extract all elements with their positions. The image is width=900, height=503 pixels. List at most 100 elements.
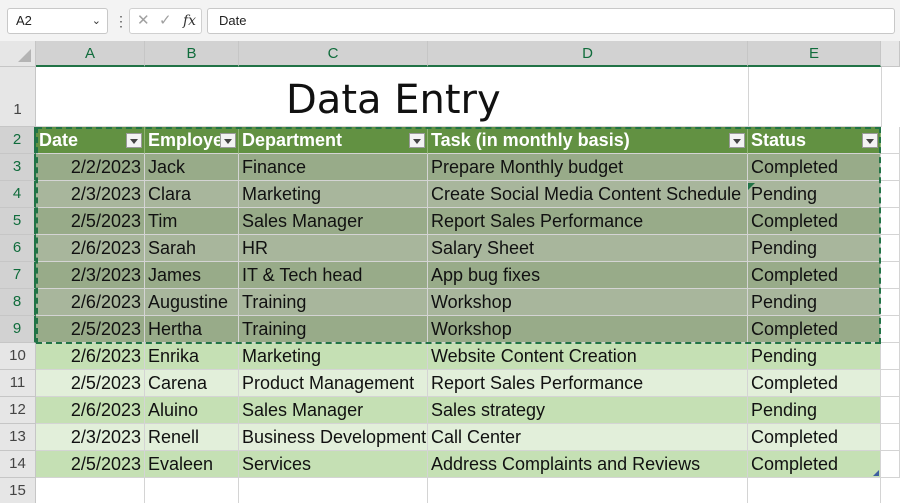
cell-task[interactable]: Salary Sheet	[428, 235, 748, 262]
chevron-down-icon[interactable]: ⌄	[92, 9, 101, 33]
column-header-c[interactable]: C	[239, 41, 428, 67]
cell-department[interactable]: Services	[239, 451, 428, 478]
insert-function-icon[interactable]: fx	[183, 9, 196, 33]
cell-status[interactable]: Completed	[748, 208, 881, 235]
cell-empty[interactable]	[881, 181, 900, 208]
cell-employee[interactable]: Augustine	[145, 289, 239, 316]
row-header-12[interactable]: 12	[0, 397, 36, 424]
cell-department[interactable]: Training	[239, 316, 428, 343]
cell-task[interactable]: Workshop	[428, 316, 748, 343]
cell-employee[interactable]: Enrika	[145, 343, 239, 370]
cell-date[interactable]: 2/6/2023	[36, 235, 145, 262]
cell-empty[interactable]	[881, 343, 900, 370]
cell-employee[interactable]: Jack	[145, 154, 239, 181]
table-resize-handle[interactable]	[873, 470, 879, 476]
cell-empty[interactable]	[428, 478, 748, 503]
more-options-icon[interactable]: ⋮	[114, 9, 128, 33]
cell-date[interactable]: 2/5/2023	[36, 316, 145, 343]
cell-status[interactable]: Pending	[748, 289, 881, 316]
cell-task[interactable]: Workshop	[428, 289, 748, 316]
check-icon[interactable]: ✓	[159, 9, 172, 33]
cell-empty[interactable]	[748, 478, 881, 503]
cell-date[interactable]: 2/5/2023	[36, 370, 145, 397]
cell-task[interactable]: Report Sales Performance	[428, 370, 748, 397]
cell-task[interactable]: Website Content Creation	[428, 343, 748, 370]
cell-status[interactable]: Completed	[748, 316, 881, 343]
header-status[interactable]: Status	[748, 127, 881, 154]
row-header-9[interactable]: 9	[0, 316, 36, 343]
row-header-5[interactable]: 5	[0, 208, 36, 235]
cell-date[interactable]: 2/5/2023	[36, 451, 145, 478]
row-header-11[interactable]: 11	[0, 370, 36, 397]
column-header-f[interactable]	[881, 41, 900, 67]
cell-task[interactable]: Report Sales Performance	[428, 208, 748, 235]
filter-dropdown-icon[interactable]	[409, 133, 425, 148]
header-department[interactable]: Department	[239, 127, 428, 154]
cell-date[interactable]: 2/3/2023	[36, 181, 145, 208]
filter-dropdown-icon[interactable]	[729, 133, 745, 148]
cell-empty[interactable]	[881, 370, 900, 397]
cell-empty[interactable]	[36, 478, 145, 503]
column-header-a[interactable]: A	[36, 41, 145, 67]
cell-department[interactable]: Finance	[239, 154, 428, 181]
cell-status[interactable]: Completed	[748, 451, 881, 478]
cell-status[interactable]: Completed	[748, 424, 881, 451]
row-header-14[interactable]: 14	[0, 451, 36, 478]
cell-department[interactable]: Marketing	[239, 343, 428, 370]
cell-status[interactable]: Pending	[748, 235, 881, 262]
cell-status[interactable]: Pending	[748, 343, 881, 370]
cell-employee[interactable]: Renell	[145, 424, 239, 451]
cell-empty[interactable]	[145, 478, 239, 503]
cell-date[interactable]: 2/3/2023	[36, 424, 145, 451]
cell-empty[interactable]	[881, 451, 900, 478]
cell-employee[interactable]: Aluino	[145, 397, 239, 424]
cell-department[interactable]: HR	[239, 235, 428, 262]
row-header-15[interactable]: 15	[0, 478, 36, 503]
cell-empty[interactable]	[881, 127, 900, 154]
cell-task[interactable]: Call Center	[428, 424, 748, 451]
filter-dropdown-icon[interactable]	[126, 133, 142, 148]
cell-empty[interactable]	[239, 478, 428, 503]
cell-employee[interactable]: Carena	[145, 370, 239, 397]
cell-department[interactable]: Product Management	[239, 370, 428, 397]
cell-task[interactable]: App bug fixes	[428, 262, 748, 289]
cell-status[interactable]: Completed	[748, 154, 881, 181]
row-header-2[interactable]: 2	[0, 127, 36, 154]
cell-task[interactable]: Create Social Media Content Schedule	[428, 181, 748, 208]
column-header-b[interactable]: B	[145, 41, 239, 67]
filter-dropdown-icon[interactable]	[862, 133, 878, 148]
row-header-13[interactable]: 13	[0, 424, 36, 451]
cell-status[interactable]: Pending	[748, 181, 881, 208]
row-header-10[interactable]: 10	[0, 343, 36, 370]
cell-employee[interactable]: Clara	[145, 181, 239, 208]
row-header-1[interactable]: 1	[0, 67, 36, 127]
row-header-3[interactable]: 3	[0, 154, 36, 181]
cell-department[interactable]: Training	[239, 289, 428, 316]
name-box[interactable]: A2 ⌄	[7, 8, 108, 34]
cell-department[interactable]: IT & Tech head	[239, 262, 428, 289]
cell-date[interactable]: 2/5/2023	[36, 208, 145, 235]
formula-input[interactable]: Date	[207, 8, 895, 34]
select-all-button[interactable]	[0, 41, 36, 67]
cell-employee[interactable]: Evaleen	[145, 451, 239, 478]
header-date[interactable]: Date	[36, 127, 145, 154]
cell-date[interactable]: 2/6/2023	[36, 397, 145, 424]
cell-status[interactable]: Completed	[748, 262, 881, 289]
cell-empty[interactable]	[881, 208, 900, 235]
filter-dropdown-icon[interactable]	[220, 133, 236, 148]
header-employee[interactable]: Employee	[145, 127, 239, 154]
cell-empty[interactable]	[881, 262, 900, 289]
cell-employee[interactable]: Sarah	[145, 235, 239, 262]
cell-task[interactable]: Sales strategy	[428, 397, 748, 424]
cell-empty[interactable]	[881, 397, 900, 424]
cell-date[interactable]: 2/6/2023	[36, 343, 145, 370]
header-task[interactable]: Task (in monthly basis)	[428, 127, 748, 154]
cell-department[interactable]: Marketing	[239, 181, 428, 208]
cell-employee[interactable]: Tim	[145, 208, 239, 235]
error-indicator-icon[interactable]	[748, 183, 755, 190]
spreadsheet-grid[interactable]: ABCDE 1 2 3 4 5 6 7 8 9 10 11 12 13 14 15 Data Entry D…	[0, 41, 900, 503]
cell-empty[interactable]	[881, 316, 900, 343]
cell-empty[interactable]	[881, 154, 900, 181]
cell-task[interactable]: Address Complaints and Reviews	[428, 451, 748, 478]
row-header-6[interactable]: 6	[0, 235, 36, 262]
